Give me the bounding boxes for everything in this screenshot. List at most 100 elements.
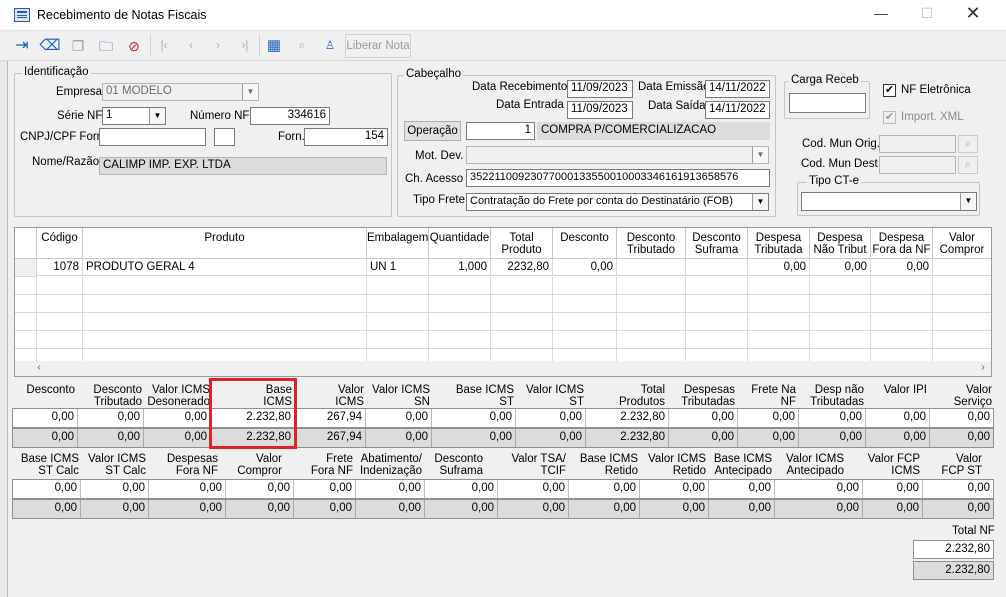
cell-codigo[interactable]: 1078	[37, 259, 83, 276]
eraser-icon[interactable]: ⌫	[38, 34, 62, 58]
cell-desp-trib[interactable]: 0,00	[748, 259, 810, 276]
cod-mun-orig-input[interactable]	[879, 135, 956, 153]
t2r1-c0[interactable]: 0,00	[13, 480, 81, 498]
numero-nf-input[interactable]: 334616	[250, 107, 330, 125]
col-despesa-tributada[interactable]: Despesa Tributada	[748, 228, 810, 259]
grid-empty-rows	[15, 277, 991, 361]
scroll-right-icon[interactable]: ›	[976, 362, 990, 375]
folder-copy-icon[interactable]: ❐	[66, 34, 90, 58]
data-entrada-input[interactable]: 11/09/2023	[567, 101, 633, 119]
col-valor-compror[interactable]: Valor Compror	[933, 228, 991, 259]
operacao-button[interactable]: Operação	[404, 121, 461, 141]
cell-embalagem[interactable]: UN 1	[367, 259, 429, 276]
t2-h-valor-fcp-st: Valor FCP ST	[941, 453, 982, 477]
tipo-cte-select[interactable]: ▼	[801, 192, 977, 211]
t1r1-c6[interactable]: 0,00	[432, 409, 516, 427]
search-icon[interactable]: ⌕	[290, 34, 314, 58]
col-codigo[interactable]: Código	[37, 228, 83, 259]
ch-acesso-input[interactable]: 3522110092307700013355001000334616191365…	[466, 169, 770, 187]
t2r1-c7[interactable]: 0,00	[498, 480, 569, 498]
search-icon[interactable]: ⌕	[958, 156, 978, 174]
empresa-select[interactable]: 01 MODELO ▼	[102, 83, 259, 101]
t2r1-c13[interactable]: 0,00	[923, 480, 993, 498]
t1r2-c5: 0,00	[366, 429, 432, 447]
nf-eletronica-checkbox[interactable]: ✔	[883, 84, 896, 97]
cell-desc-trib[interactable]	[617, 259, 686, 276]
data-receb-input[interactable]: 11/09/2023	[567, 80, 633, 98]
col-embalagem[interactable]: Embalagem	[367, 228, 429, 259]
first-record-icon[interactable]: |‹	[152, 34, 176, 58]
t1r1-c10[interactable]: 0,00	[738, 409, 799, 427]
grid-icon[interactable]: ▦	[262, 34, 286, 58]
t1r1-c0[interactable]: 0,00	[13, 409, 78, 427]
cell-produto[interactable]: PRODUTO GERAL 4	[83, 259, 367, 276]
cell-desp-nao[interactable]: 0,00	[810, 259, 871, 276]
data-saida-input[interactable]: 14/11/2022	[705, 101, 770, 119]
data-saida-label: Data Saída	[648, 100, 706, 112]
t1r1-c7[interactable]: 0,00	[516, 409, 586, 427]
col-desconto-suframa[interactable]: Desconto Suframa	[686, 228, 748, 259]
cell-desc-suframa[interactable]	[686, 259, 748, 276]
cnpj-input[interactable]	[99, 128, 206, 146]
close-button[interactable]: ✕	[958, 3, 988, 23]
t2r1-c8[interactable]: 0,00	[569, 480, 640, 498]
scroll-left-icon[interactable]: ‹	[32, 362, 46, 375]
tipo-frete-select[interactable]: Contratação do Frete por conta do Destin…	[466, 193, 769, 211]
t1r1-c2[interactable]: 0,00	[144, 409, 211, 427]
data-emissao-input[interactable]: 14/11/2022	[705, 80, 770, 98]
row-indicator	[15, 259, 37, 277]
t1r1-c13[interactable]: 0,00	[930, 409, 993, 427]
folder-check-icon[interactable]: 🗀	[94, 34, 118, 58]
t2r1-c3[interactable]: 0,00	[226, 480, 294, 498]
t2r1-c2[interactable]: 0,00	[149, 480, 226, 498]
col-produto[interactable]: Produto	[83, 228, 367, 259]
total-nf-value[interactable]: 2.232,80	[913, 540, 994, 559]
cnpj-suffix-input[interactable]	[214, 128, 235, 146]
horizontal-scrollbar[interactable]	[15, 361, 991, 376]
t1r1-c12[interactable]: 0,00	[866, 409, 930, 427]
t1r1-c5[interactable]: 0,00	[366, 409, 432, 427]
serie-select[interactable]: 1 ▼	[102, 107, 166, 125]
minimize-button[interactable]: —	[866, 5, 896, 25]
cell-total[interactable]: 2232,80	[491, 259, 553, 276]
next-record-icon[interactable]: ›	[206, 34, 230, 58]
cell-desconto[interactable]: 0,00	[553, 259, 617, 276]
t1r1-c9[interactable]: 0,00	[669, 409, 738, 427]
t2r1-c9[interactable]: 0,00	[640, 480, 709, 498]
t1r1-c4[interactable]: 267,94	[295, 409, 366, 427]
col-desconto-tributado[interactable]: Desconto Tributado	[617, 228, 686, 259]
t2r1-c5[interactable]: 0,00	[356, 480, 425, 498]
search-icon[interactable]: ⌕	[958, 135, 978, 153]
cod-mun-dest-input[interactable]	[879, 156, 956, 174]
t2r1-c12[interactable]: 0,00	[863, 480, 923, 498]
carga-input[interactable]	[789, 93, 866, 113]
liberar-nota-button[interactable]: Liberar Nota	[345, 34, 411, 58]
prev-record-icon[interactable]: ‹	[179, 34, 203, 58]
mot-dev-select[interactable]: ▼	[466, 146, 769, 164]
t2r1-c6[interactable]: 0,00	[425, 480, 498, 498]
col-despesa-fora-nf[interactable]: Despesa Fora da NF	[871, 228, 933, 259]
col-desconto[interactable]: Desconto	[553, 228, 617, 259]
exit-icon[interactable]: ⇥	[10, 34, 34, 58]
t2r1-c10[interactable]: 0,00	[709, 480, 775, 498]
folder-delete-icon[interactable]: ⊘	[122, 34, 146, 58]
t1r1-c11[interactable]: 0,00	[799, 409, 866, 427]
operacao-code-input[interactable]: 1	[466, 122, 535, 140]
t1r1-c8[interactable]: 2.232,80	[586, 409, 669, 427]
maximize-button[interactable]: ☐	[912, 5, 942, 25]
cell-valor-compror[interactable]	[933, 259, 991, 276]
import-xml-checkbox[interactable]: ✔	[883, 111, 896, 124]
col-despesa-nao-tribut[interactable]: Despesa Não Tribut	[810, 228, 871, 259]
col-total-produto[interactable]: Total Produto	[491, 228, 553, 259]
forn-input[interactable]: 154	[304, 128, 388, 146]
t2-h-valor-icms-st-calc: Valor ICMS ST Calc	[88, 453, 146, 477]
cell-quantidade[interactable]: 1,000	[429, 259, 491, 276]
user-icon[interactable]: ♙	[318, 34, 342, 58]
t2r1-c4[interactable]: 0,00	[294, 480, 356, 498]
t2r1-c11[interactable]: 0,00	[775, 480, 863, 498]
last-record-icon[interactable]: ›|	[233, 34, 257, 58]
t1r1-c1[interactable]: 0,00	[78, 409, 144, 427]
t2r1-c1[interactable]: 0,00	[81, 480, 149, 498]
cell-desp-fora[interactable]: 0,00	[871, 259, 933, 276]
col-quantidade[interactable]: Quantidade	[429, 228, 491, 259]
